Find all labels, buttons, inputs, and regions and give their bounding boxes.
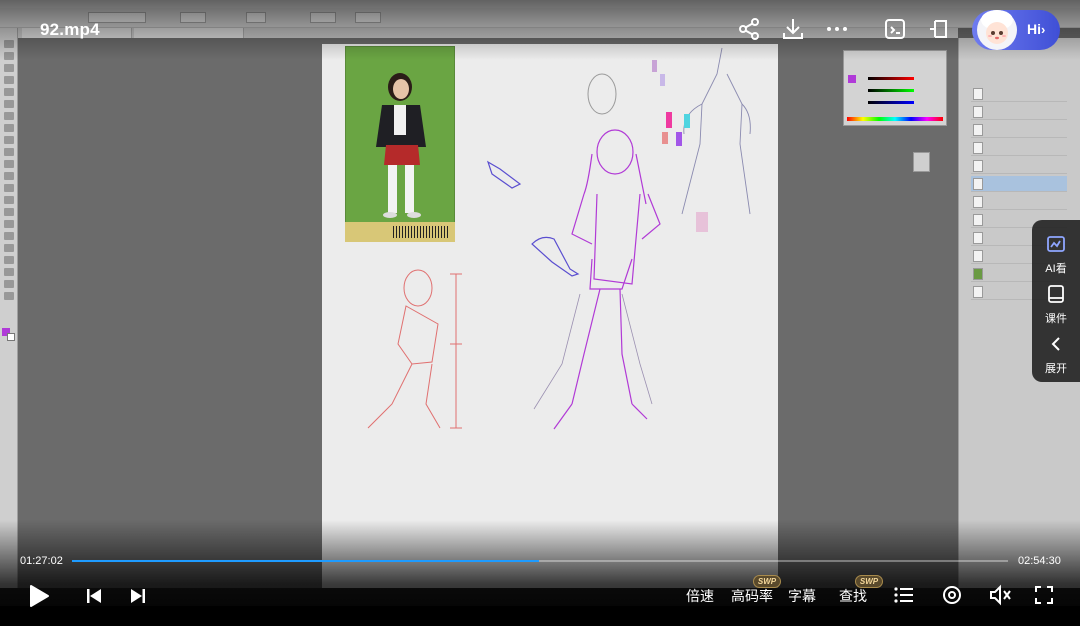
assistant-chevron-icon[interactable]: ›	[1041, 22, 1045, 37]
fullscreen-icon	[1035, 586, 1053, 604]
volume-mute-icon	[990, 584, 1011, 606]
time-total: 02:54:30	[1018, 555, 1061, 567]
side-label-courseware: 课件	[1045, 313, 1067, 325]
settings-button[interactable]	[941, 584, 963, 611]
video-frame[interactable]	[0, 0, 1080, 606]
assistant-greeting[interactable]: Hi	[1027, 21, 1041, 37]
time-current: 01:27:02	[20, 555, 63, 567]
play-button[interactable]	[28, 584, 50, 613]
video-title: 92.mp4	[40, 20, 100, 39]
progress-bar[interactable]	[72, 560, 1008, 562]
bottom-gradient	[0, 520, 1080, 626]
side-item-expand[interactable]: 展开	[1032, 330, 1080, 378]
collapse-left-icon	[1051, 337, 1060, 351]
mute-button[interactable]	[988, 584, 1012, 611]
screen-capture-icon[interactable]	[882, 16, 908, 42]
playlist-icon	[894, 587, 913, 603]
pip-icon[interactable]	[926, 16, 952, 42]
fullscreen-button[interactable]	[1034, 585, 1054, 610]
search-button[interactable]: 查找	[839, 586, 867, 606]
progress-fill	[72, 560, 540, 562]
subtitle-button[interactable]: 字幕	[788, 586, 816, 606]
previous-button[interactable]	[86, 588, 102, 609]
side-label-expand: 展开	[1045, 363, 1067, 375]
skip-previous-icon	[87, 589, 101, 603]
speed-button[interactable]: 倍速	[686, 586, 714, 606]
skip-next-icon	[131, 589, 145, 603]
courseware-icon	[1048, 285, 1064, 303]
side-item-courseware[interactable]: 课件	[1032, 280, 1080, 328]
top-gradient	[0, 0, 1080, 60]
ai-watch-icon	[1047, 236, 1065, 252]
more-icon[interactable]	[824, 16, 850, 42]
side-item-ai-watch[interactable]: AI看	[1032, 230, 1080, 278]
target-settings-icon	[943, 586, 961, 604]
ps-color-panel	[843, 50, 947, 126]
next-button[interactable]	[130, 588, 146, 609]
play-icon	[30, 585, 49, 607]
share-icon[interactable]	[736, 16, 762, 42]
ps-collapsed-panel-button	[913, 152, 930, 172]
side-panel: AI看 课件 展开	[1032, 220, 1080, 382]
side-label-ai-watch: AI看	[1045, 263, 1067, 275]
assistant-avatar[interactable]	[974, 6, 1020, 52]
download-icon[interactable]	[780, 16, 806, 42]
sketch-drawings	[367, 47, 751, 430]
quality-button[interactable]: 高码率	[731, 586, 773, 606]
playlist-button[interactable]	[894, 586, 914, 609]
ps-toolbar	[0, 28, 18, 588]
